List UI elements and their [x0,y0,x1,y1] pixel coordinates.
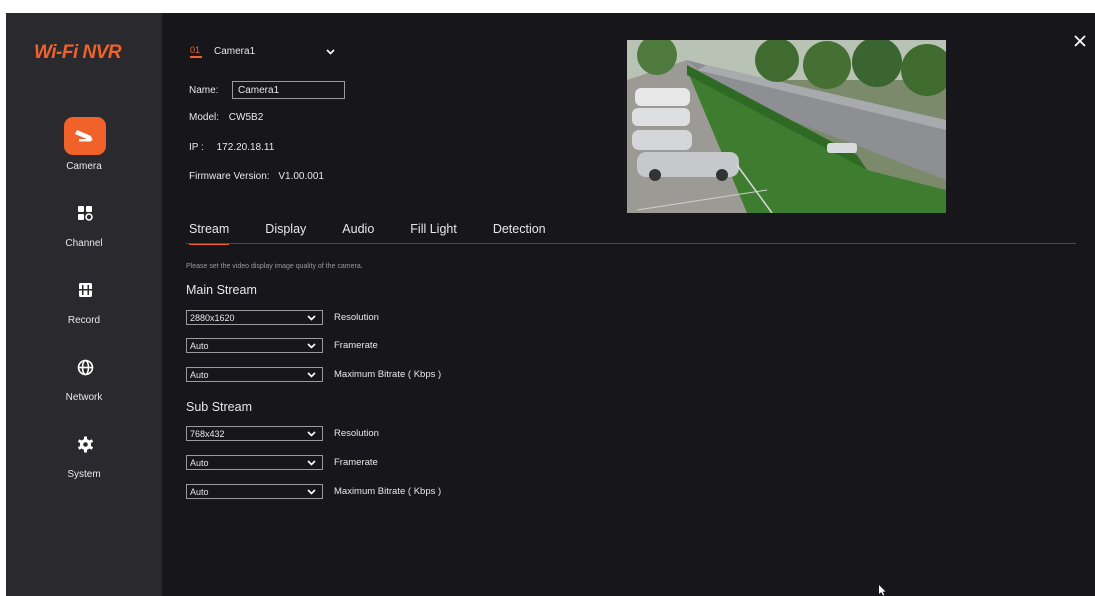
tab-display[interactable]: Display [265,222,306,245]
field-label: Framerate [334,457,378,468]
sidebar-item-label: System [67,469,101,480]
camera-select-value: Camera1 [214,46,256,57]
sidebar-item-system[interactable]: System [6,425,162,489]
firmware-label: Firmware Version: [189,171,270,182]
tab-audio[interactable]: Audio [342,222,374,245]
chevron-down-icon [307,314,316,321]
sub-stream-title: Sub Stream [186,400,253,414]
model-value: CW5B2 [228,112,264,123]
field-label: Resolution [334,312,379,323]
camera-preview [627,40,946,213]
camera-number: 01 [190,45,202,58]
sidebar-item-label: Network [65,392,103,403]
sub-bitrate-select[interactable]: Auto [186,484,323,499]
sidebar: Wi-Fi NVR Camera Channel Record Network … [6,13,162,596]
sub-resolution-field: 768x432 Resolution [186,426,379,441]
channel-grid-icon [64,194,106,232]
sidebar-item-record[interactable]: Record [6,271,162,335]
ip-label: IP : [189,142,204,153]
name-label: Name: [189,85,219,96]
record-film-icon [64,271,106,309]
sub-framerate-field: Auto Framerate [186,455,378,470]
tab-stream[interactable]: Stream [189,222,230,245]
sidebar-item-label: Camera [66,161,102,172]
mouse-cursor-icon [879,585,886,596]
sidebar-item-channel[interactable]: Channel [6,194,162,258]
sub-resolution-select[interactable]: 768x432 [186,426,323,441]
tab-fill-light[interactable]: Fill Light [410,222,457,245]
main-framerate-field: Auto Framerate [186,338,378,353]
select-value: 768x432 [190,428,225,439]
tab-detection[interactable]: Detection [493,222,546,245]
chevron-down-icon [307,371,316,378]
globe-icon [64,348,106,386]
sub-bitrate-field: Auto Maximum Bitrate ( Kbps ) [186,484,441,499]
sidebar-item-network[interactable]: Network [6,348,162,412]
chevron-down-icon [307,459,316,466]
sidebar-item-label: Record [67,315,101,326]
ip-value: 172.20.18.11 [216,142,275,153]
select-value: Auto [190,369,209,380]
camera-name-input[interactable] [232,81,345,99]
firmware-value: V1.00.001 [278,171,324,182]
settings-window: Wi-Fi NVR Camera Channel Record Network … [6,13,1095,596]
sidebar-item-label: Channel [65,238,103,249]
field-label: Maximum Bitrate ( Kbps ) [334,486,442,497]
main-resolution-select[interactable]: 2880x1620 [186,310,323,325]
sidebar-item-camera[interactable]: Camera [6,117,162,181]
stream-hint: Please set the video display image quali… [186,263,363,270]
select-value: Auto [190,457,209,468]
field-label: Framerate [334,340,378,351]
chevron-down-icon [307,488,316,495]
main-bitrate-select[interactable]: Auto [186,367,323,382]
select-value: 2880x1620 [190,312,235,323]
brand-logo: Wi-Fi NVR [34,42,122,63]
settings-tabs: Stream Display Audio Fill Light Detectio… [189,222,582,245]
main-framerate-select[interactable]: Auto [186,338,323,353]
sub-framerate-select[interactable]: Auto [186,455,323,470]
main-bitrate-field: Auto Maximum Bitrate ( Kbps ) [186,367,441,382]
close-button[interactable] [1072,33,1088,49]
main-resolution-field: 2880x1620 Resolution [186,310,379,325]
chevron-down-icon [326,48,335,55]
camera-select[interactable]: 01 Camera1 [190,45,335,58]
field-label: Maximum Bitrate ( Kbps ) [334,369,442,380]
camera-settings-panel: 01 Camera1 Name: Model: CW5B2 IP : 172.2… [162,13,1095,596]
select-value: Auto [190,486,209,497]
camera-icon [64,117,106,155]
chevron-down-icon [307,342,316,349]
tabs-divider [186,243,1076,244]
chevron-down-icon [307,430,316,437]
model-label: Model: [189,112,220,123]
close-icon [1074,35,1086,47]
field-label: Resolution [334,428,379,439]
main-stream-title: Main Stream [186,283,257,297]
select-value: Auto [190,340,209,351]
gear-icon [64,425,106,463]
